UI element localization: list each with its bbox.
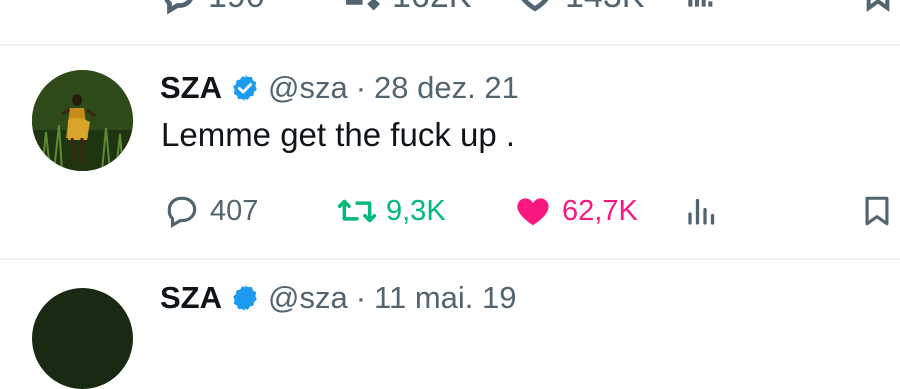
views-icon (688, 198, 715, 225)
bookmark-icon (866, 0, 890, 12)
bookmark-button[interactable] (860, 190, 894, 232)
views-icon (688, 0, 713, 7)
prev-repost-count: 162K (392, 0, 471, 16)
next-display-name[interactable]: SZA (160, 280, 222, 316)
repost-count: 9,3K (386, 194, 446, 227)
prev-views-button[interactable] (685, 0, 717, 16)
views-button[interactable] (684, 190, 720, 232)
next-avatar[interactable] (32, 288, 133, 389)
bookmark-icon (865, 196, 889, 226)
next-separator-dot: · (355, 280, 367, 315)
repost-icon (337, 199, 377, 223)
reply-icon (167, 196, 197, 229)
separator-dot: · (355, 70, 367, 105)
tweet-date[interactable]: 28 dez. 21 (374, 70, 519, 106)
display-name[interactable]: SZA (160, 70, 222, 106)
divider-top (0, 44, 900, 46)
next-tweet-date[interactable]: 11 mai. 19 (374, 280, 516, 316)
prev-bookmark-button[interactable] (862, 0, 894, 16)
reply-icon (164, 0, 193, 15)
avatar[interactable] (32, 70, 133, 171)
reply-button[interactable]: 407 (162, 190, 258, 232)
heart-filled-icon (517, 198, 549, 226)
prev-like-button[interactable]: 143K (515, 0, 644, 16)
next-user-handle[interactable]: @sza (268, 280, 348, 316)
like-count: 62,7K (562, 194, 638, 227)
user-handle[interactable]: @sza (268, 70, 348, 106)
prev-reply-button[interactable]: 190 (160, 0, 265, 16)
like-button[interactable]: 62,7K (512, 190, 638, 232)
prev-repost-button[interactable]: 162K (340, 0, 471, 16)
reply-count: 407 (210, 194, 259, 227)
repost-button[interactable]: 9,3K (336, 190, 446, 232)
repost-icon (345, 0, 381, 11)
next-tweet-header: SZA @sza · 11 mai. 19 (160, 280, 517, 316)
tweet-text: Lemme get the fuck up . (161, 116, 516, 153)
prev-like-count: 143K (565, 0, 644, 16)
divider-bottom (0, 258, 900, 260)
heart-icon (521, 0, 549, 12)
verified-badge-icon (233, 74, 257, 102)
verified-badge-icon (233, 284, 257, 312)
avatar-image (32, 70, 133, 171)
prev-reply-count: 190 (208, 0, 265, 16)
tweet-header: SZA @sza · 28 dez. 21 (160, 66, 519, 110)
